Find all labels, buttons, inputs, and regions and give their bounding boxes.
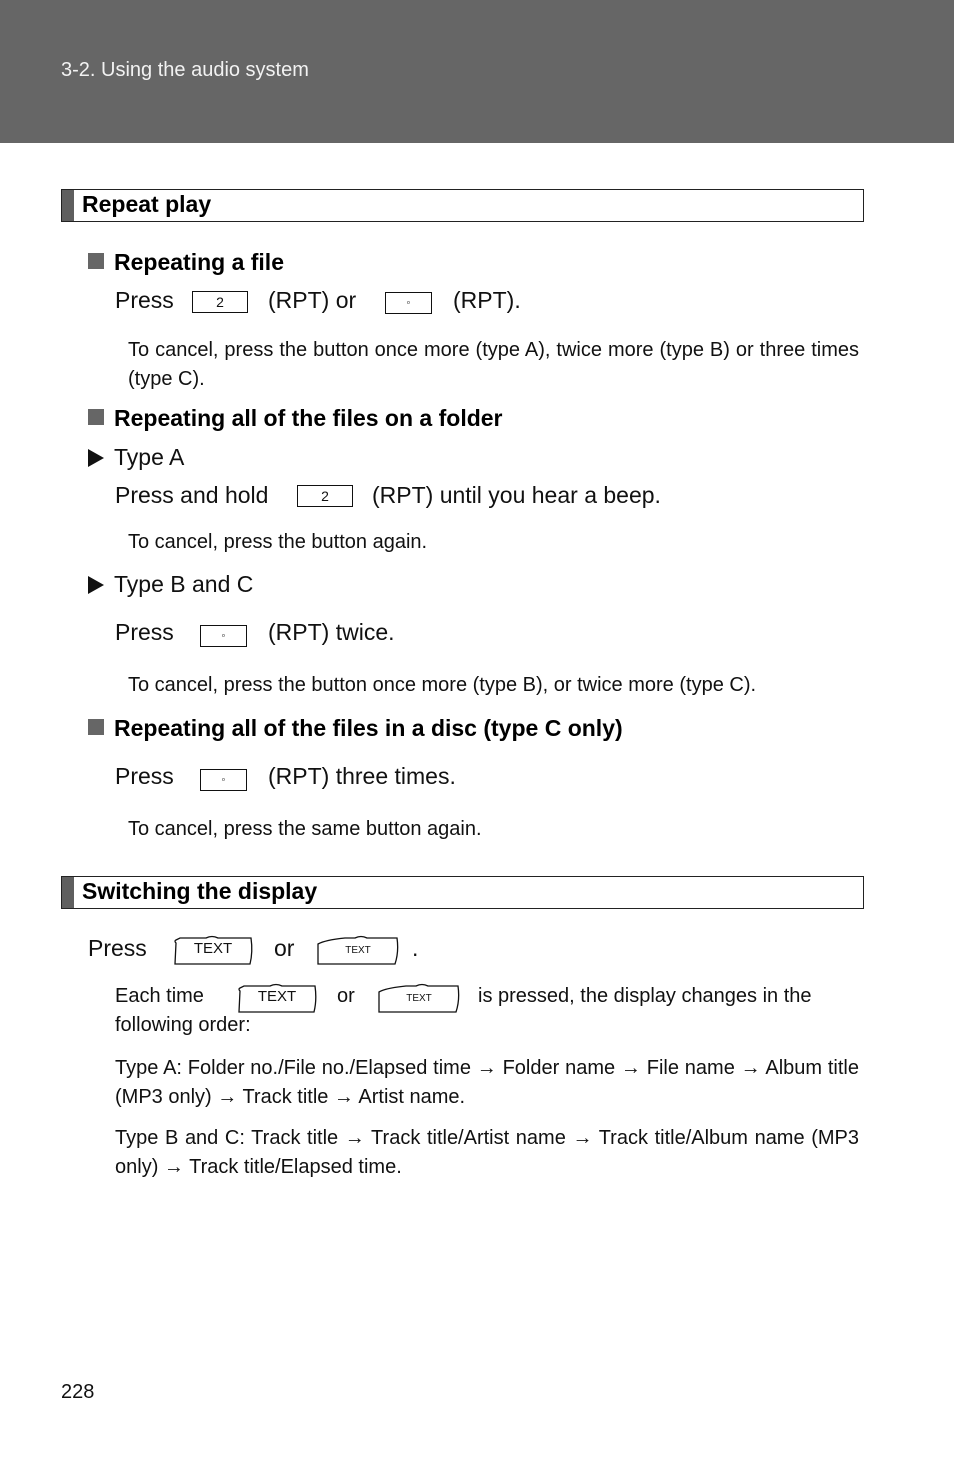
subheading-text: Repeating all of the files on a folder [114, 405, 503, 431]
chapter-title: 3-2. Using the audio system [61, 59, 309, 81]
note-cancel-type-a: To cancel, press the button again. [128, 531, 428, 553]
each-time-text: Each time [115, 985, 204, 1007]
button-rpt-dot-icon: ◦ [200, 625, 247, 647]
type-label-text: Type B and C [114, 571, 254, 597]
subheading-repeating-disc: Repeating all of the files in a disc (ty… [88, 715, 623, 742]
instruction-press: Press [115, 619, 174, 645]
square-bullet-icon [88, 719, 104, 735]
instruction-suffix: (RPT) three times. [268, 763, 456, 789]
text-button-label: TEXT [406, 993, 432, 1004]
section-heading-switching-display: Switching the display [61, 876, 864, 909]
button-2-rpt-icon: 2 [297, 485, 353, 507]
button-2-rpt-icon: 2 [192, 291, 248, 313]
square-bullet-icon [88, 253, 104, 269]
instruction-press: Press [115, 763, 174, 789]
text-button-small-icon: TEXT [315, 934, 401, 966]
instruction-rpt-end: (RPT). [453, 287, 521, 313]
type-a-display-order: Type A: Folder no./File no./Elapsed time… [115, 1057, 859, 1108]
instruction-or: or [274, 935, 295, 961]
square-bullet-icon [88, 409, 104, 425]
triangle-bullet-icon [88, 449, 104, 467]
text-button-label: TEXT [345, 945, 371, 956]
text-button-label: TEXT [193, 940, 233, 957]
instruction-rpt-or: (RPT) or [268, 287, 357, 313]
each-time-or: or [337, 985, 355, 1007]
chapter-header: 3-2. Using the audio system [0, 0, 954, 143]
instruction-suffix: (RPT) until you hear a beep. [372, 482, 661, 508]
button-rpt-dot-icon: ◦ [200, 769, 247, 791]
text-button-small-icon: TEXT [376, 982, 462, 1014]
instruction-suffix: (RPT) twice. [268, 619, 395, 645]
note-cancel-file: To cancel, press the button once more (t… [128, 339, 859, 390]
subheading-repeating-file: Repeating a file [88, 249, 284, 276]
instruction-press: Press [88, 935, 147, 961]
type-bc-label: Type B and C [88, 571, 253, 598]
text-button-label: TEXT [257, 988, 297, 1005]
subheading-text: Repeating all of the files in a disc (ty… [114, 715, 623, 741]
instruction-press-hold: Press and hold [115, 482, 269, 508]
triangle-bullet-icon [88, 576, 104, 594]
page-number: 228 [61, 1381, 95, 1403]
instruction-period: . [412, 935, 419, 961]
instruction-press: Press [115, 287, 174, 313]
section-heading-repeat-play: Repeat play [61, 189, 864, 222]
type-label-text: Type A [114, 444, 185, 470]
section-title: Switching the display [82, 878, 318, 904]
section-accent [62, 190, 74, 221]
button-rpt-dot-icon: ◦ [385, 292, 432, 314]
type-bc-display-order: Type B and C: Track title → Track title/… [115, 1127, 859, 1178]
text-button-large-icon: TEXT [236, 982, 318, 1014]
each-time-suffix: is pressed, the display changes in the [478, 985, 812, 1007]
each-time-line2: following order: [115, 1014, 251, 1036]
type-a-label: Type A [88, 444, 184, 471]
section-title: Repeat play [82, 191, 212, 217]
text-button-large-icon: TEXT [172, 934, 254, 966]
subheading-repeating-folder: Repeating all of the files on a folder [88, 405, 503, 432]
note-cancel-type-bc: To cancel, press the button once more (t… [128, 674, 757, 696]
subheading-text: Repeating a file [114, 249, 284, 275]
note-cancel-disc: To cancel, press the same button again. [128, 818, 482, 840]
section-accent [62, 877, 74, 908]
